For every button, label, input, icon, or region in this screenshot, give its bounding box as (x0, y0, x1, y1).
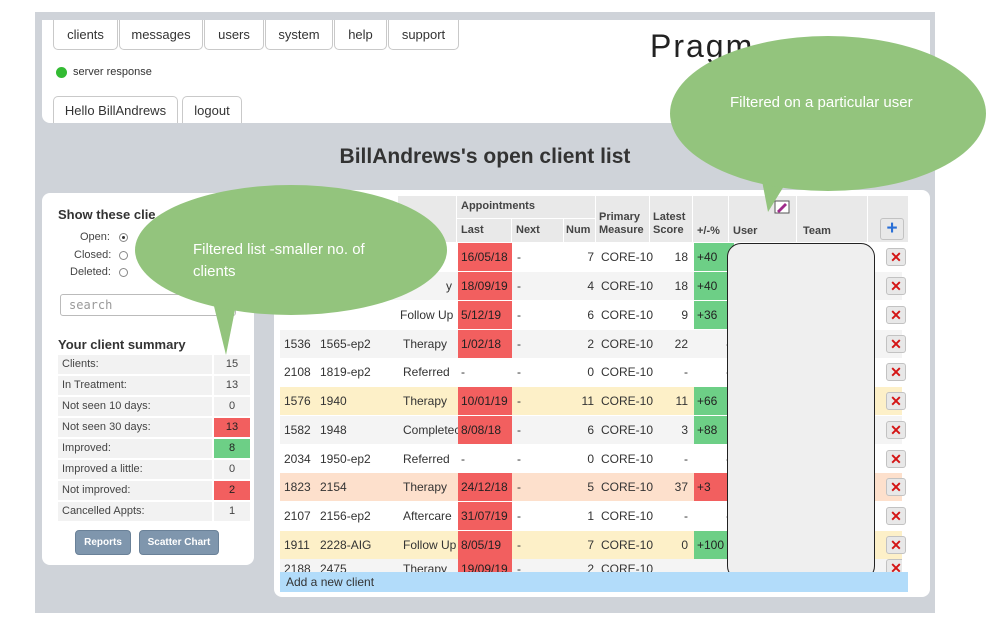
left-callout-text: Filtered list -smaller no. of clients (193, 241, 365, 280)
left-callout: Filtered list -smaller no. of clients (135, 185, 447, 315)
right-callout: Filtered on a particular user (670, 36, 986, 191)
right-callout-text: Filtered on a particular user (730, 94, 913, 111)
